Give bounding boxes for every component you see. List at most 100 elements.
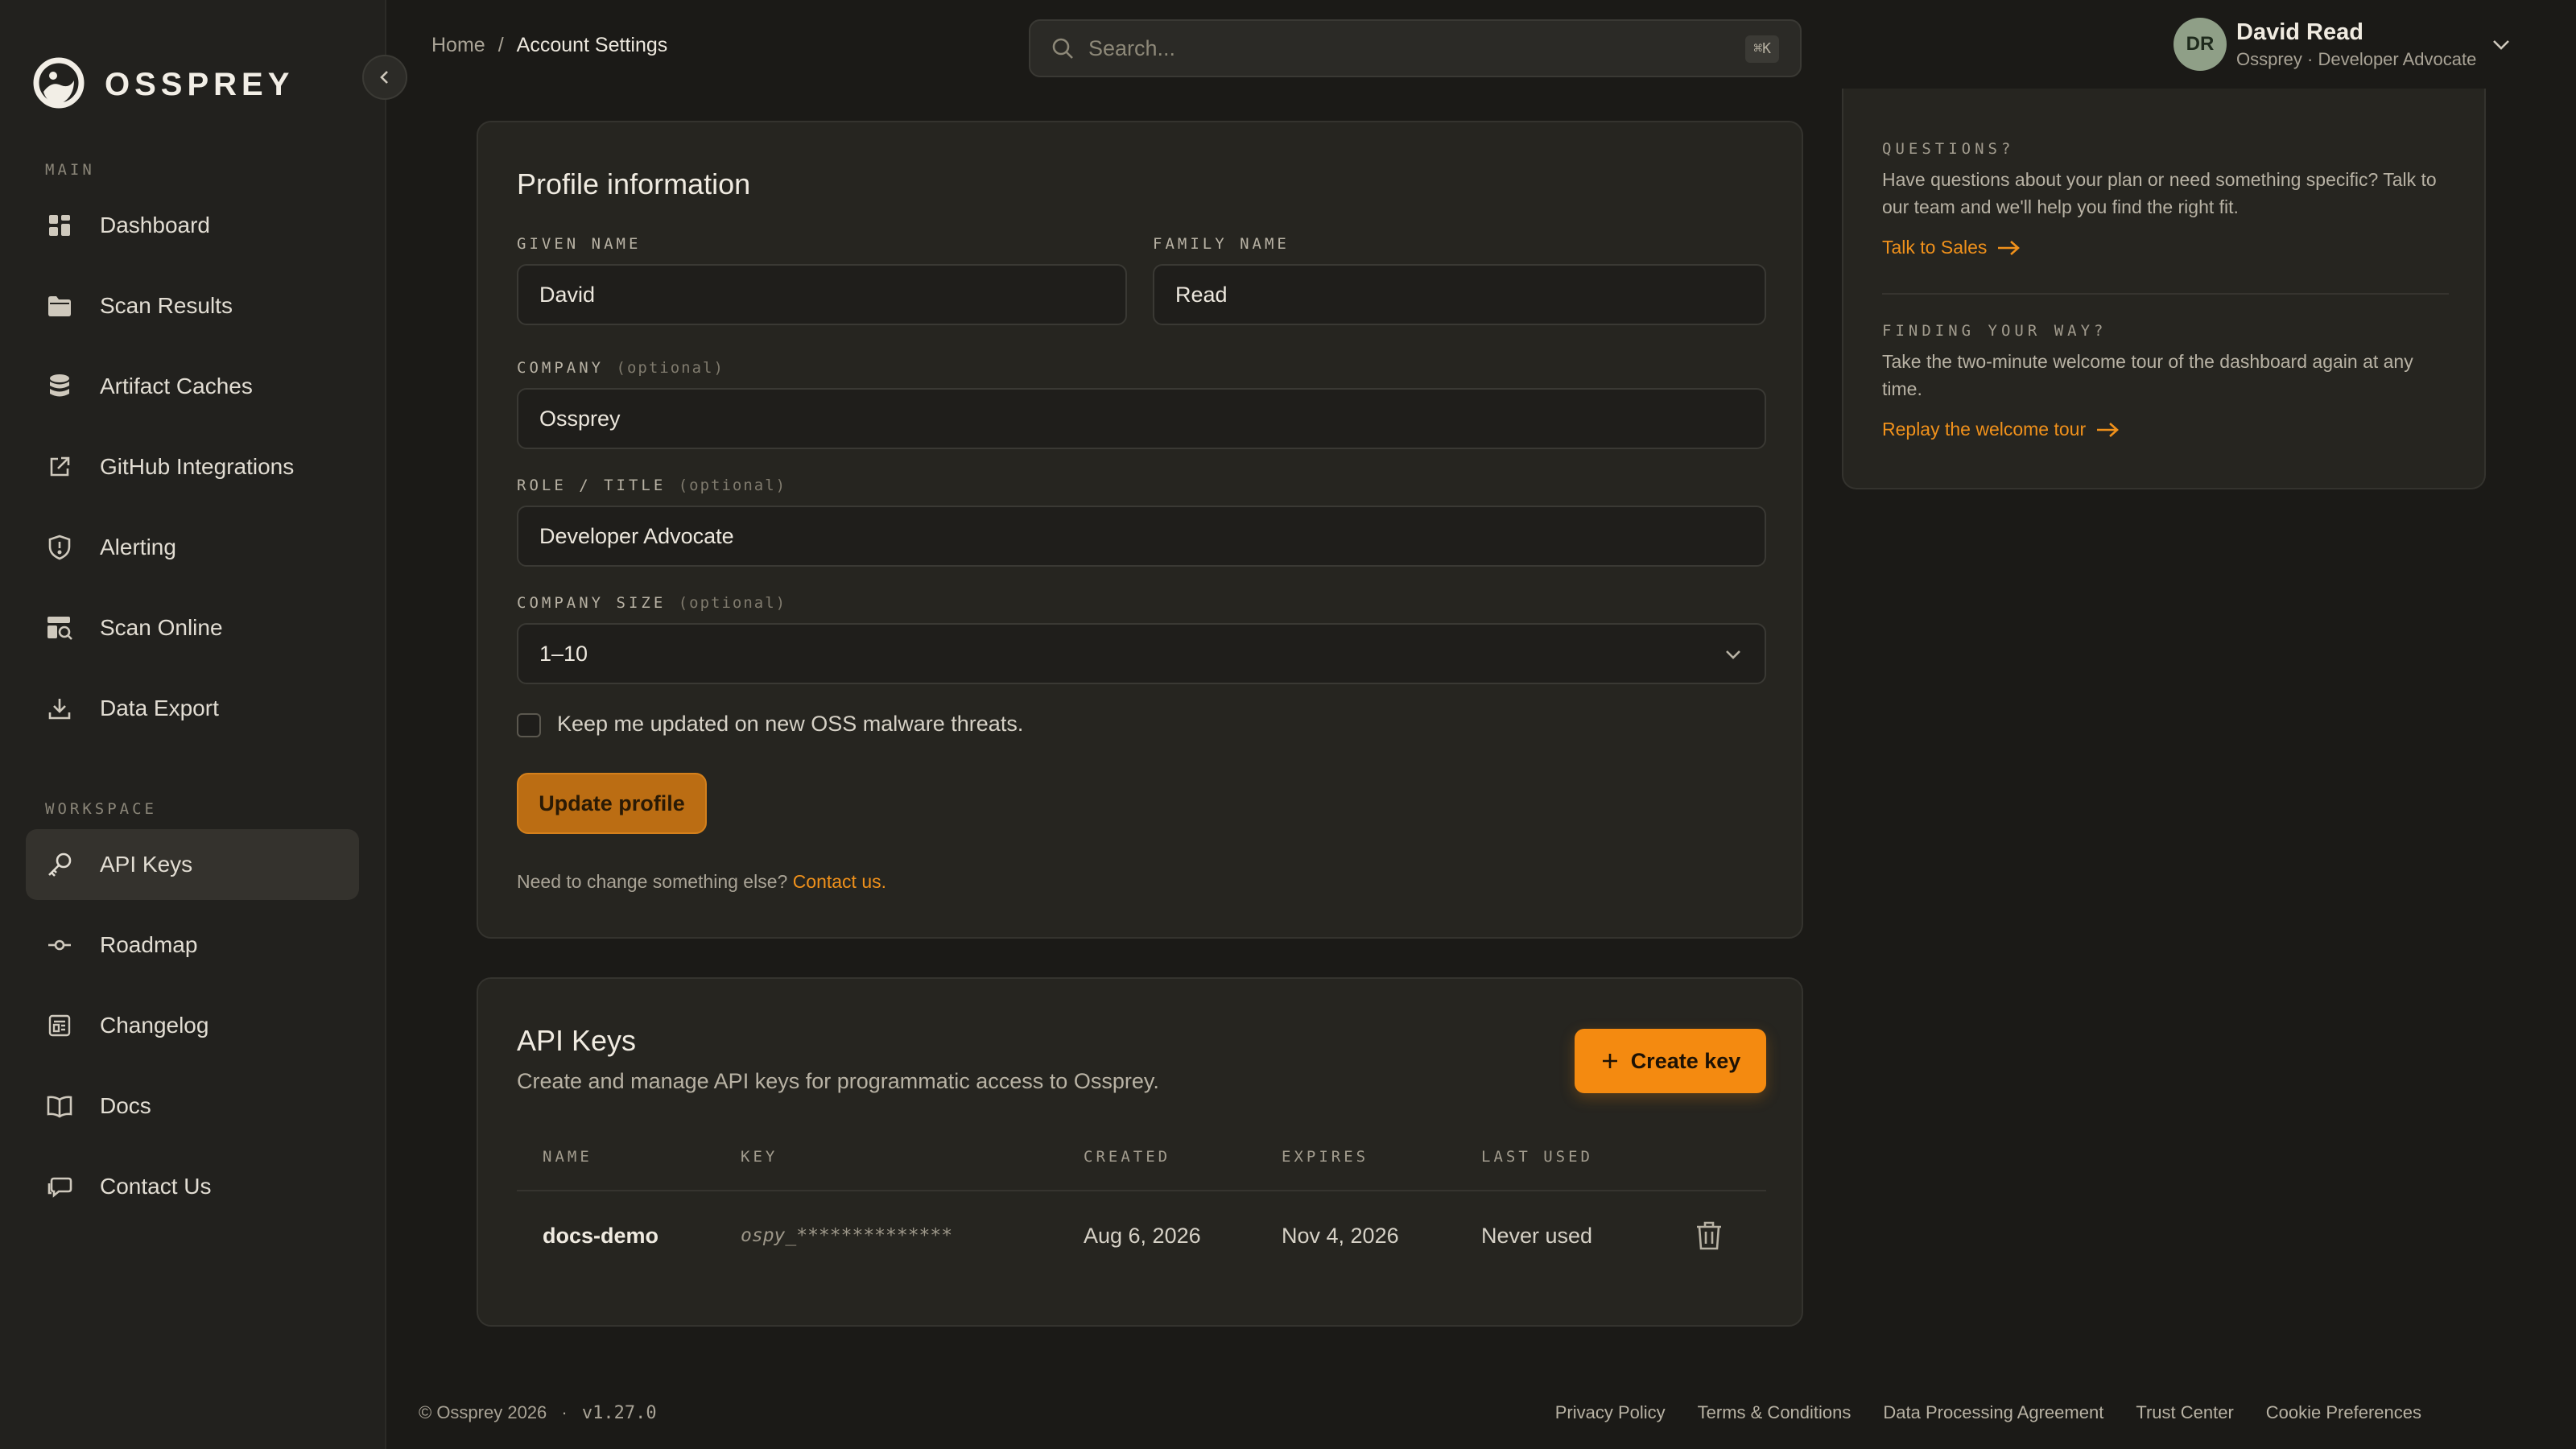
terms-link[interactable]: Terms & Conditions — [1698, 1402, 1852, 1423]
user-name: David Read — [2236, 19, 2363, 45]
contact-note: Need to change something else? Contact u… — [517, 871, 886, 893]
column-header-name: NAME — [543, 1148, 592, 1166]
search-placeholder: Search... — [1088, 35, 1176, 60]
newsletter-checkbox-label: Keep me updated on new OSS malware threa… — [557, 712, 1024, 736]
sidebar-item-changelog[interactable]: Changelog — [26, 990, 359, 1061]
sidebar-item-label: Changelog — [100, 1013, 209, 1038]
sidebar-item-label: Dashboard — [100, 213, 210, 237]
sidebar-item-scan-results[interactable]: Scan Results — [26, 270, 359, 341]
workspace-section-label: WORKSPACE — [45, 800, 157, 818]
search-shortcut-badge: ⌘K — [1745, 35, 1779, 63]
sidebar-item-roadmap[interactable]: Roadmap — [26, 910, 359, 980]
privacy-policy-link[interactable]: Privacy Policy — [1555, 1402, 1666, 1423]
sidebar-item-label: GitHub Integrations — [100, 454, 295, 479]
company-field[interactable]: Ossprey — [517, 388, 1766, 449]
roadmap-icon — [45, 931, 74, 960]
dashboard-icon — [45, 211, 74, 240]
sidebar-item-label: Roadmap — [100, 932, 198, 957]
sidebar-item-contact-us[interactable]: Contact Us — [26, 1151, 359, 1222]
update-profile-button[interactable]: Update profile — [517, 773, 707, 834]
cookie-preferences-link[interactable]: Cookie Preferences — [2266, 1402, 2421, 1423]
footer-links: Privacy Policy Terms & Conditions Data P… — [1555, 1402, 2421, 1423]
family-name-label: FAMILY NAME — [1153, 235, 1290, 253]
sidebar: OSSPREY MAIN Dashboard Scan Results Arti… — [0, 0, 386, 1449]
replay-tour-label: Replay the welcome tour — [1882, 419, 2087, 440]
tour-label: FINDING YOUR WAY? — [1882, 322, 2107, 340]
questions-label: QUESTIONS? — [1882, 140, 2015, 158]
search-input[interactable]: Search... ⌘K — [1029, 19, 1802, 77]
profile-title: Profile information — [517, 167, 751, 200]
key-name-cell: docs-demo — [543, 1224, 659, 1248]
arrow-right-icon — [2095, 421, 2120, 439]
sidebar-item-label: Data Export — [100, 696, 219, 720]
newsletter-checkbox[interactable] — [517, 713, 541, 737]
sidebar-item-docs[interactable]: Docs — [26, 1071, 359, 1141]
help-card: QUESTIONS? Have questions about your pla… — [1842, 89, 2486, 489]
key-icon — [45, 850, 74, 879]
sidebar-item-github-integrations[interactable]: GitHub Integrations — [26, 431, 359, 502]
talk-to-sales-link[interactable]: Talk to Sales — [1882, 237, 2021, 258]
api-keys-subtitle: Create and manage API keys for programma… — [517, 1069, 1159, 1093]
copyright-text: © Ossprey 2026 — [419, 1402, 547, 1422]
sidebar-item-dashboard[interactable]: Dashboard — [26, 190, 359, 261]
sidebar-item-scan-online[interactable]: Scan Online — [26, 592, 359, 663]
collapse-sidebar-button[interactable] — [362, 55, 407, 100]
sidebar-item-label: Docs — [100, 1093, 151, 1118]
chevron-down-icon — [1723, 644, 1744, 665]
contact-note-text: Need to change something else? — [517, 871, 788, 892]
sidebar-item-api-keys[interactable]: API Keys — [26, 829, 359, 900]
company-size-select[interactable]: 1–10 — [517, 623, 1766, 684]
role-field[interactable]: Developer Advocate — [517, 506, 1766, 567]
create-key-label: Create key — [1630, 1048, 1741, 1073]
download-icon — [45, 694, 74, 723]
questions-text: Have questions about your plan or need s… — [1882, 169, 2437, 217]
breadcrumb-current: Account Settings — [516, 34, 668, 56]
column-header-expires: EXPIRES — [1282, 1148, 1369, 1166]
arrow-right-icon — [1996, 239, 2021, 257]
column-header-last-used: LAST USED — [1481, 1148, 1593, 1166]
sidebar-item-label: Alerting — [100, 535, 176, 559]
given-name-field[interactable]: David — [517, 264, 1127, 325]
column-header-key: KEY — [741, 1148, 778, 1166]
key-value-cell: ospy_************** — [741, 1225, 953, 1246]
replay-tour-link[interactable]: Replay the welcome tour — [1882, 419, 2120, 440]
database-icon — [45, 372, 74, 401]
talk-to-sales-label: Talk to Sales — [1882, 237, 1988, 258]
delete-key-button[interactable] — [1695, 1220, 1723, 1251]
family-name-field[interactable]: Read — [1153, 264, 1766, 325]
profile-card: Profile information GIVEN NAME David FAM… — [477, 121, 1803, 939]
footer-copyright: © Ossprey 2026 · v1.27.0 — [419, 1402, 657, 1423]
api-keys-card: API Keys Create and manage API keys for … — [477, 977, 1803, 1327]
osprey-logo-icon — [32, 56, 85, 113]
search-icon — [1051, 37, 1074, 60]
main-section-label: MAIN — [45, 161, 95, 179]
trash-icon — [1695, 1220, 1723, 1251]
tour-text: Take the two-minute welcome tour of the … — [1882, 351, 2413, 399]
expires-cell: Nov 4, 2026 — [1282, 1224, 1399, 1248]
trust-center-link[interactable]: Trust Center — [2136, 1402, 2233, 1423]
sidebar-item-data-export[interactable]: Data Export — [26, 673, 359, 744]
sidebar-item-label: Scan Online — [100, 615, 223, 640]
chat-icon — [45, 1172, 74, 1201]
brand-name: OSSPREY — [105, 66, 295, 102]
sidebar-item-label: Scan Results — [100, 293, 233, 318]
folder-icon — [45, 291, 74, 320]
user-menu[interactable]: DR David Read Ossprey · Developer Advoca… — [2174, 18, 2512, 71]
create-key-button[interactable]: Create key — [1575, 1029, 1766, 1093]
breadcrumb-separator: / — [497, 34, 504, 56]
version-text: v1.27.0 — [581, 1403, 657, 1423]
breadcrumb-home-link[interactable]: Home — [431, 34, 485, 57]
chevron-left-icon — [377, 69, 393, 85]
given-name-label: GIVEN NAME — [517, 235, 642, 253]
shield-alert-icon — [45, 533, 74, 562]
dpa-link[interactable]: Data Processing Agreement — [1883, 1402, 2103, 1423]
sidebar-item-artifact-caches[interactable]: Artifact Caches — [26, 351, 359, 422]
brand-logo[interactable]: OSSPREY — [32, 56, 294, 113]
contact-us-link[interactable]: Contact us. — [793, 871, 886, 892]
api-keys-title: API Keys — [517, 1024, 637, 1057]
sidebar-item-alerting[interactable]: Alerting — [26, 512, 359, 583]
sidebar-item-label: Contact Us — [100, 1174, 212, 1199]
last-used-cell: Never used — [1481, 1224, 1593, 1248]
user-subtitle: Ossprey · Developer Advocate — [2236, 48, 2477, 69]
sidebar-item-label: Artifact Caches — [100, 374, 253, 398]
